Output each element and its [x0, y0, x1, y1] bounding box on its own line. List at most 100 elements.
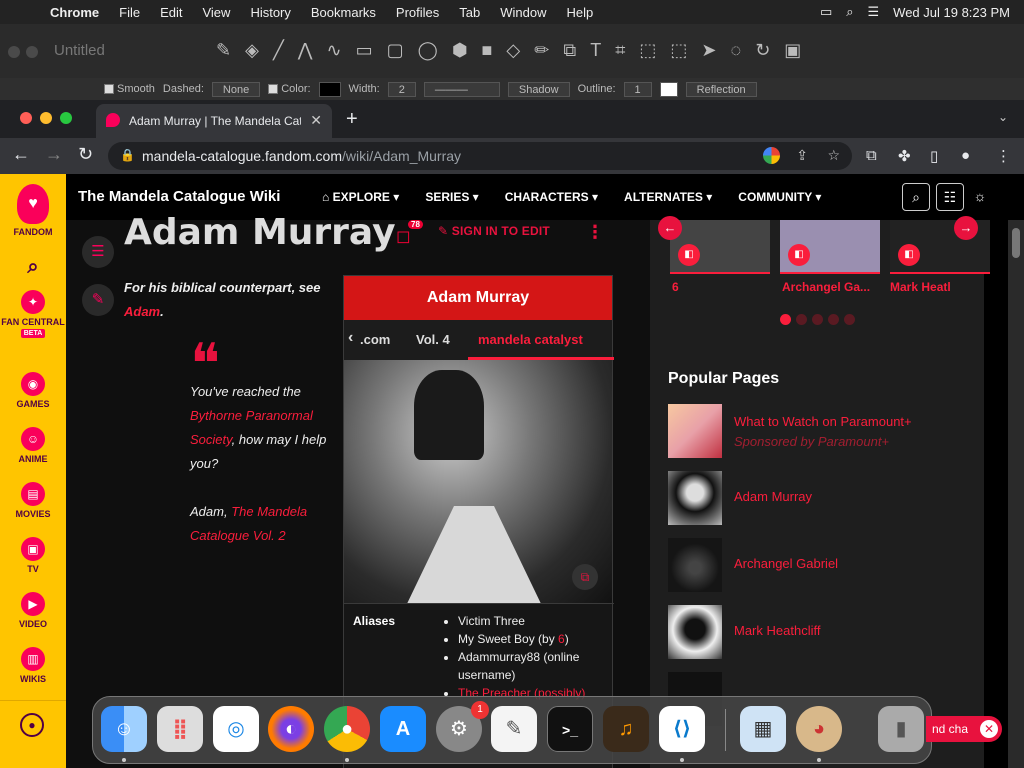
polygon-tool-icon[interactable]: ⬢: [452, 40, 468, 61]
scrollbar-thumb[interactable]: [1012, 228, 1020, 258]
carousel-label[interactable]: 6: [672, 280, 679, 294]
line-style-select[interactable]: ―――: [423, 81, 500, 97]
smooth-checkbox-icon[interactable]: [104, 84, 114, 95]
rail-wikis[interactable]: ▥ WIKIS: [0, 647, 66, 684]
control-center-icon[interactable]: ☰: [868, 4, 880, 20]
carousel-tile[interactable]: ◧: [780, 220, 880, 274]
rail-movies[interactable]: ▤ MOVIES: [0, 482, 66, 519]
vscode-icon[interactable]: ⟨⟩: [659, 706, 705, 752]
menu-file[interactable]: File: [109, 5, 150, 20]
dropdown-icon[interactable]: ◌: [730, 40, 741, 61]
menu-profiles[interactable]: Profiles: [386, 5, 449, 20]
image-icon[interactable]: ▣: [784, 40, 801, 61]
carousel-tile[interactable]: ◧: [670, 220, 770, 274]
select-icon[interactable]: ⬚: [670, 40, 687, 61]
firefox-icon[interactable]: ◐: [268, 706, 314, 752]
carousel-prev-icon[interactable]: ←: [658, 216, 682, 240]
tab-close-icon[interactable]: ✕: [310, 112, 322, 129]
trash-icon[interactable]: ▮: [878, 706, 924, 752]
smooth-option[interactable]: Smooth: [104, 83, 155, 95]
sign-in-to-edit-button[interactable]: ✎ SIGN IN TO EDIT: [438, 224, 550, 238]
eraser-icon[interactable]: ◇: [506, 40, 520, 61]
terminal-icon[interactable]: >_: [547, 706, 593, 752]
account-icon[interactable]: ●: [20, 713, 44, 737]
talk-comments-icon[interactable]: ◻ 78: [396, 220, 423, 247]
pencil-icon[interactable]: ✏: [534, 40, 549, 61]
polyline-tool-icon[interactable]: ⋀: [298, 40, 313, 61]
window-minimize-button[interactable]: [40, 112, 52, 124]
rectangle-tool-icon[interactable]: ▭: [356, 40, 373, 61]
bookmark-star-icon[interactable]: ☆: [827, 147, 840, 164]
carousel-dot[interactable]: [796, 314, 807, 325]
chat-close-icon[interactable]: ✕: [980, 720, 998, 738]
back-icon[interactable]: ←: [12, 144, 30, 165]
reload-icon[interactable]: ↻: [78, 144, 93, 165]
rail-fan-central[interactable]: ✦ FAN CENTRAL BETA: [0, 290, 66, 338]
textedit-icon[interactable]: ✎: [491, 706, 537, 752]
transform-icon[interactable]: ⬚: [639, 40, 656, 61]
carousel-next-icon[interactable]: →: [954, 216, 978, 240]
forward-icon[interactable]: →: [45, 144, 63, 165]
infobox-tab-mandela-catalyst[interactable]: mandela catalyst: [478, 332, 583, 347]
wiki-name[interactable]: The Mandela Catalogue Wiki: [78, 188, 280, 205]
rail-search[interactable]: ⌕: [0, 256, 66, 279]
page-scrollbar[interactable]: [1008, 220, 1024, 768]
hatnote-link[interactable]: Adam: [124, 304, 160, 319]
alias-link[interactable]: 6: [558, 632, 565, 646]
popular-page-item[interactable]: Archangel Gabriel: [668, 538, 968, 592]
edit-pencil-icon[interactable]: ✎: [82, 284, 114, 316]
rail-video[interactable]: ▶ VIDEO: [0, 592, 66, 629]
menu-window[interactable]: Window: [490, 5, 556, 20]
width-stepper[interactable]: 2: [387, 81, 416, 97]
ellipse-tool-icon[interactable]: ◯: [418, 40, 438, 61]
chat-pill[interactable]: nd cha ✕: [926, 716, 1002, 742]
address-bar[interactable]: 🔒 mandela-catalogue.fandom.com/wiki/Adam…: [108, 142, 852, 170]
infobox-tab-vol4[interactable]: Vol. 4: [416, 332, 450, 347]
carousel-label[interactable]: Archangel Ga...: [782, 280, 880, 294]
window-close-button[interactable]: [20, 112, 32, 124]
infobox-image[interactable]: ⧉: [344, 360, 612, 604]
menu-edit[interactable]: Edit: [150, 5, 192, 20]
fandom-logo[interactable]: ♥ FANDOM: [0, 184, 66, 237]
popular-page-label[interactable]: Adam Murray: [734, 489, 812, 504]
nav-explore[interactable]: ⌂ EXPLORE ▾: [322, 190, 399, 204]
finder-icon[interactable]: ☺: [101, 706, 147, 752]
window-zoom-button[interactable]: [60, 112, 72, 124]
line-tool-icon[interactable]: ╱: [273, 40, 284, 61]
preview-icon[interactable]: ▦: [740, 706, 786, 752]
crop-icon[interactable]: ⌗: [615, 40, 625, 61]
google-lens-icon[interactable]: [763, 147, 780, 164]
new-tab-icon[interactable]: +: [346, 108, 358, 131]
puzzle-extensions-icon[interactable]: ✤: [898, 147, 911, 165]
extension-icon[interactable]: ⧉: [866, 147, 877, 164]
wiki-search-icon[interactable]: ⌕: [902, 183, 930, 211]
curve-tool-icon[interactable]: ∿: [327, 40, 342, 61]
site-info-icon[interactable]: 🔒: [120, 148, 135, 162]
profile-icon[interactable]: ●: [961, 147, 970, 164]
color-checkbox-icon[interactable]: [268, 84, 279, 95]
menu-view[interactable]: View: [192, 5, 240, 20]
rail-tv[interactable]: ▣ TV: [0, 537, 66, 574]
paint-bucket-icon[interactable]: ◈: [245, 40, 259, 61]
app-store-icon[interactable]: A: [380, 706, 426, 752]
eyedropper-icon[interactable]: ✎: [216, 40, 231, 61]
carousel-dot[interactable]: [812, 314, 823, 325]
carousel-dot[interactable]: [828, 314, 839, 325]
nav-characters[interactable]: CHARACTERS ▾: [505, 190, 598, 204]
theme-toggle-icon[interactable]: ☼: [966, 183, 994, 211]
toc-icon[interactable]: ☰: [82, 236, 114, 268]
screen-mirror-icon[interactable]: ▭: [820, 4, 832, 20]
more-actions-icon[interactable]: ⋮: [586, 222, 604, 243]
chrome-menu-icon[interactable]: ⋮: [996, 147, 1011, 165]
popular-page-label[interactable]: Mark Heathcliff: [734, 623, 820, 638]
rotate-icon[interactable]: ↻: [755, 40, 770, 61]
expand-image-icon[interactable]: ⧉: [572, 564, 598, 590]
carousel-dot[interactable]: [844, 314, 855, 325]
rail-anime[interactable]: ☺ ANIME: [0, 427, 66, 464]
rounded-rect-tool-icon[interactable]: ▢: [387, 40, 404, 61]
outline-color-swatch[interactable]: [659, 81, 678, 97]
carousel-dot[interactable]: [780, 314, 791, 325]
outline-stepper[interactable]: 1: [623, 81, 652, 97]
search-icon[interactable]: ⌕: [27, 256, 38, 278]
menu-history[interactable]: History: [240, 5, 300, 20]
